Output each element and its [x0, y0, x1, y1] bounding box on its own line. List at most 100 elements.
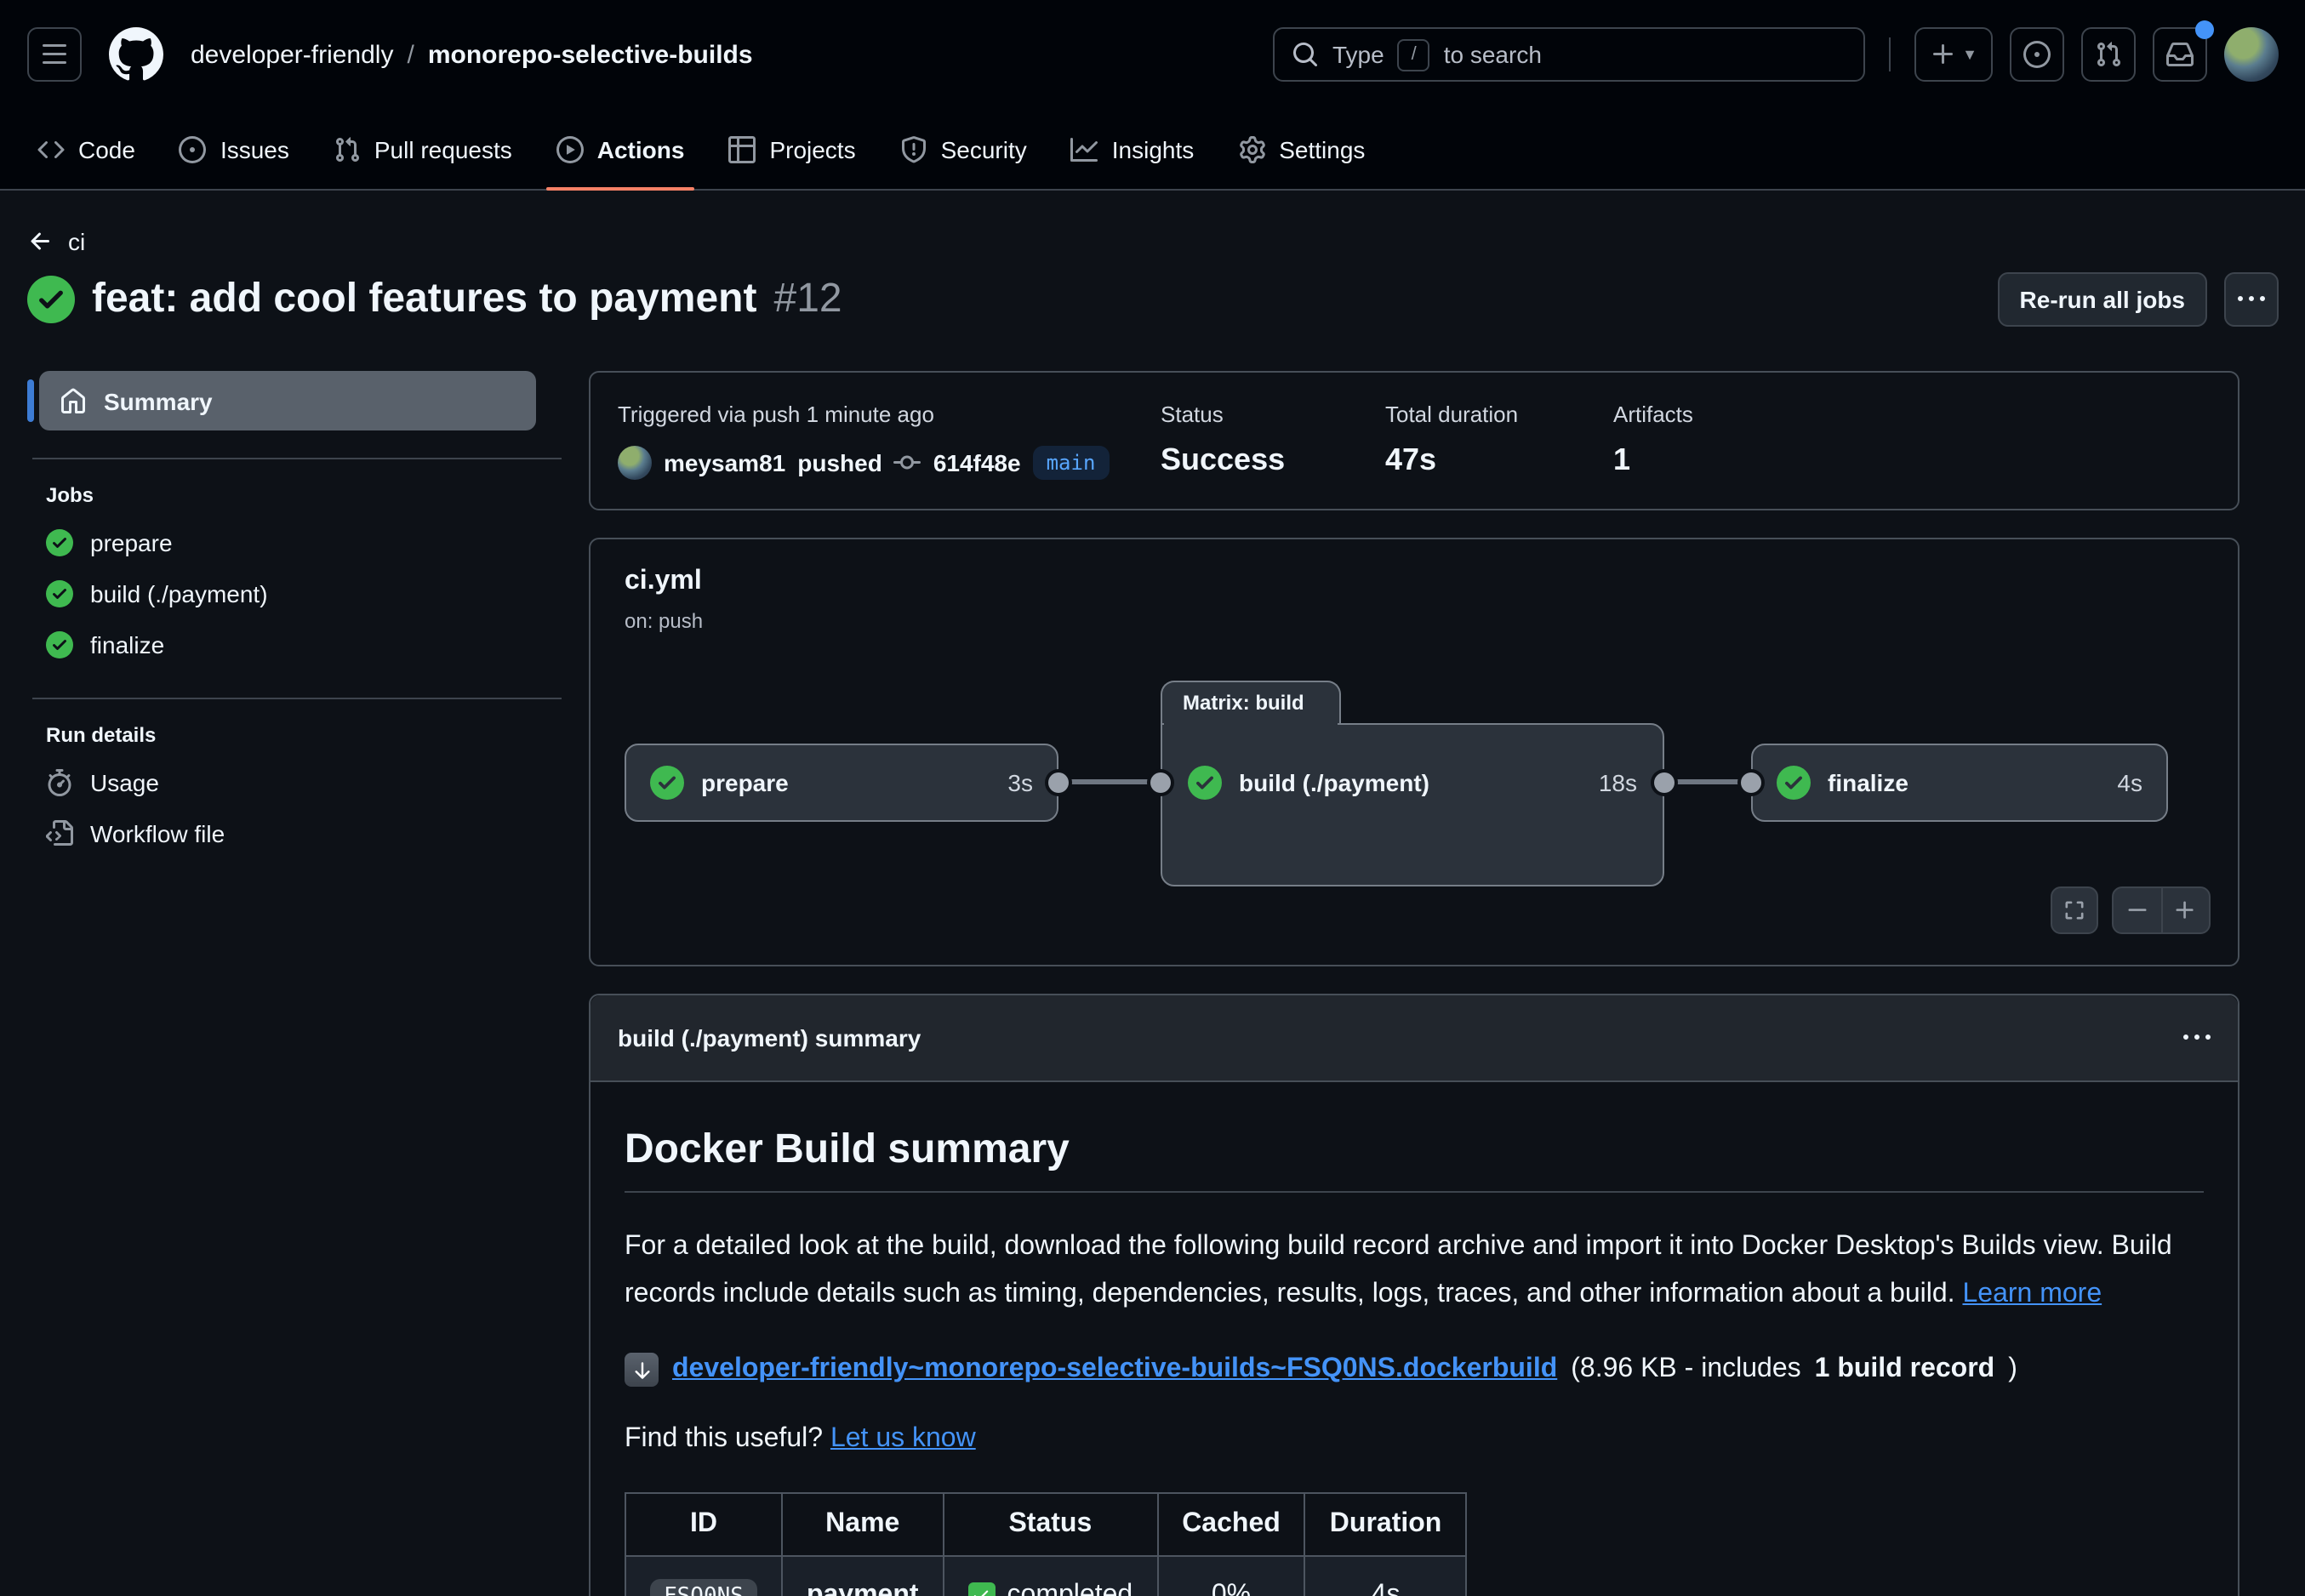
- node-name: finalize: [1828, 769, 1908, 796]
- github-actions-run-page: developer-friendly / monorepo-selective-…: [0, 0, 2305, 1596]
- download-row: developer-friendly~monorepo-selective-bu…: [625, 1353, 2204, 1387]
- sidebar-item-workflow-file[interactable]: Workflow file: [31, 808, 589, 859]
- file-code-icon: [46, 820, 73, 847]
- tab-label: Issues: [220, 135, 289, 162]
- sidebar-job-prepare[interactable]: prepare: [31, 517, 589, 568]
- graph-node-finalize[interactable]: finalize 4s: [1751, 744, 2168, 822]
- actor-avatar[interactable]: [618, 446, 652, 480]
- dockerbuild-download-link[interactable]: developer-friendly~monorepo-selective-bu…: [672, 1354, 1557, 1385]
- column-header-id: ID: [625, 1493, 782, 1556]
- run-main: Triggered via push 1 minute ago meysam81…: [589, 371, 2239, 1596]
- shield-icon: [900, 135, 927, 162]
- build-summary-title: build (./payment) summary: [618, 1024, 921, 1052]
- build-summary-content: Docker Build summary For a detailed look…: [591, 1082, 2238, 1596]
- connector-dot: [1150, 772, 1171, 793]
- tab-label: Insights: [1112, 135, 1195, 162]
- graph-node-build-payment[interactable]: build (./payment) 18s: [1161, 744, 1664, 822]
- branch-badge[interactable]: main: [1033, 446, 1110, 480]
- page-title: feat: add cool features to payment: [92, 276, 757, 323]
- commit-sha[interactable]: 614f48e: [933, 449, 1021, 476]
- check-circle-icon: [46, 529, 73, 556]
- stat-label: Artifacts: [1613, 402, 1693, 427]
- tab-issues[interactable]: Issues: [163, 109, 306, 189]
- triggered-label: Triggered via push 1 minute ago: [618, 402, 1161, 427]
- kebab-icon: [2238, 286, 2265, 313]
- trigger-info-card: Triggered via push 1 minute ago meysam81…: [589, 371, 2239, 510]
- tab-insights[interactable]: Insights: [1054, 109, 1212, 189]
- run-title-row: feat: add cool features to payment #12 R…: [27, 272, 2279, 327]
- github-logo[interactable]: [109, 27, 163, 82]
- sidebar-job-build-payment[interactable]: build (./payment): [31, 568, 589, 619]
- back-link[interactable]: ci: [27, 228, 2279, 255]
- sidebar-job-finalize[interactable]: finalize: [31, 619, 589, 670]
- tab-label: Code: [78, 135, 135, 162]
- breadcrumb-owner[interactable]: developer-friendly: [191, 40, 393, 69]
- sidebar-item-usage[interactable]: Usage: [31, 757, 589, 808]
- graph-node-prepare[interactable]: prepare 3s: [625, 744, 1058, 822]
- stat-label: Status: [1161, 402, 1385, 427]
- sidebar-divider: [32, 458, 562, 459]
- minus-icon: [2125, 898, 2149, 922]
- tab-actions[interactable]: Actions: [539, 109, 702, 189]
- run-sidebar: Summary Jobs prepare build (./payment) f…: [27, 371, 589, 859]
- user-avatar[interactable]: [2224, 27, 2279, 82]
- actor-action: pushed: [797, 449, 882, 476]
- breadcrumb-repo[interactable]: monorepo-selective-builds: [428, 40, 753, 69]
- tab-pull-requests[interactable]: Pull requests: [317, 109, 529, 189]
- table-row: FSQ0NS payment completed 0%: [625, 1556, 1466, 1596]
- rerun-all-jobs-button[interactable]: Re-run all jobs: [1998, 272, 2207, 327]
- learn-more-link[interactable]: Learn more: [1962, 1280, 2102, 1308]
- workflow-graph-card: ci.yml on: push prepare 3s Matrix: build: [589, 538, 2239, 966]
- jobs-heading: Jobs: [46, 483, 589, 507]
- pull-requests-nav-button[interactable]: [2081, 27, 2136, 82]
- sidebar-item-label: Workflow file: [90, 820, 225, 847]
- let-us-know-link[interactable]: Let us know: [830, 1424, 976, 1453]
- search-placeholder-suffix: to search: [1444, 41, 1542, 68]
- actor-name[interactable]: meysam81: [664, 449, 785, 476]
- search-input[interactable]: Type / to search: [1273, 27, 1865, 82]
- zoom-out-button[interactable]: [2114, 888, 2160, 932]
- download-arrow-icon: [625, 1353, 659, 1387]
- sidebar-item-summary[interactable]: Summary: [39, 371, 536, 430]
- cell-build-status: completed: [944, 1556, 1158, 1596]
- tab-security[interactable]: Security: [883, 109, 1044, 189]
- create-new-button[interactable]: ▼: [1914, 27, 1993, 82]
- check-circle-icon: [650, 766, 684, 800]
- caret-down-icon: ▼: [1962, 46, 1977, 63]
- column-header-name: Name: [782, 1493, 944, 1556]
- repo-tab-nav: Code Issues Pull requests Actions Projec…: [0, 109, 2305, 191]
- hamburger-menu-button[interactable]: [27, 27, 82, 82]
- connector-dot: [1654, 772, 1675, 793]
- search-placeholder-prefix: Type: [1332, 41, 1384, 68]
- summary-options-button[interactable]: [2183, 1024, 2211, 1052]
- check-circle-icon: [27, 276, 75, 323]
- run-options-button[interactable]: [2224, 272, 2279, 327]
- search-icon: [1292, 41, 1319, 68]
- job-label: prepare: [90, 529, 173, 556]
- stat-value: 47s: [1385, 442, 1613, 478]
- status-text: completed: [1007, 1580, 1133, 1596]
- column-header-cached: Cached: [1157, 1493, 1305, 1556]
- breadcrumb: developer-friendly / monorepo-selective-…: [191, 40, 753, 69]
- graph-fullscreen-button[interactable]: [2051, 886, 2098, 934]
- check-circle-icon: [46, 580, 73, 607]
- cell-build-cached: 0%: [1157, 1556, 1305, 1596]
- zoom-in-button[interactable]: [2162, 888, 2209, 932]
- gear-icon: [1238, 135, 1265, 162]
- column-header-status: Status: [944, 1493, 1158, 1556]
- graph-zoom-controls: [2112, 886, 2211, 934]
- tab-label: Pull requests: [374, 135, 512, 162]
- git-pull-request-icon: [2095, 41, 2122, 68]
- tab-label: Security: [941, 135, 1027, 162]
- stat-value: 1: [1613, 442, 1693, 478]
- tab-projects[interactable]: Projects: [711, 109, 872, 189]
- stat-total-duration: Total duration 47s: [1385, 402, 1613, 480]
- issues-nav-button[interactable]: [2010, 27, 2064, 82]
- tab-settings[interactable]: Settings: [1221, 109, 1382, 189]
- home-icon: [60, 387, 87, 414]
- sidebar-item-label: Usage: [90, 769, 159, 796]
- tab-code[interactable]: Code: [20, 109, 152, 189]
- issue-opened-icon: [2023, 41, 2051, 68]
- stat-artifacts: Artifacts 1: [1613, 402, 1693, 480]
- column-header-duration: Duration: [1305, 1493, 1467, 1556]
